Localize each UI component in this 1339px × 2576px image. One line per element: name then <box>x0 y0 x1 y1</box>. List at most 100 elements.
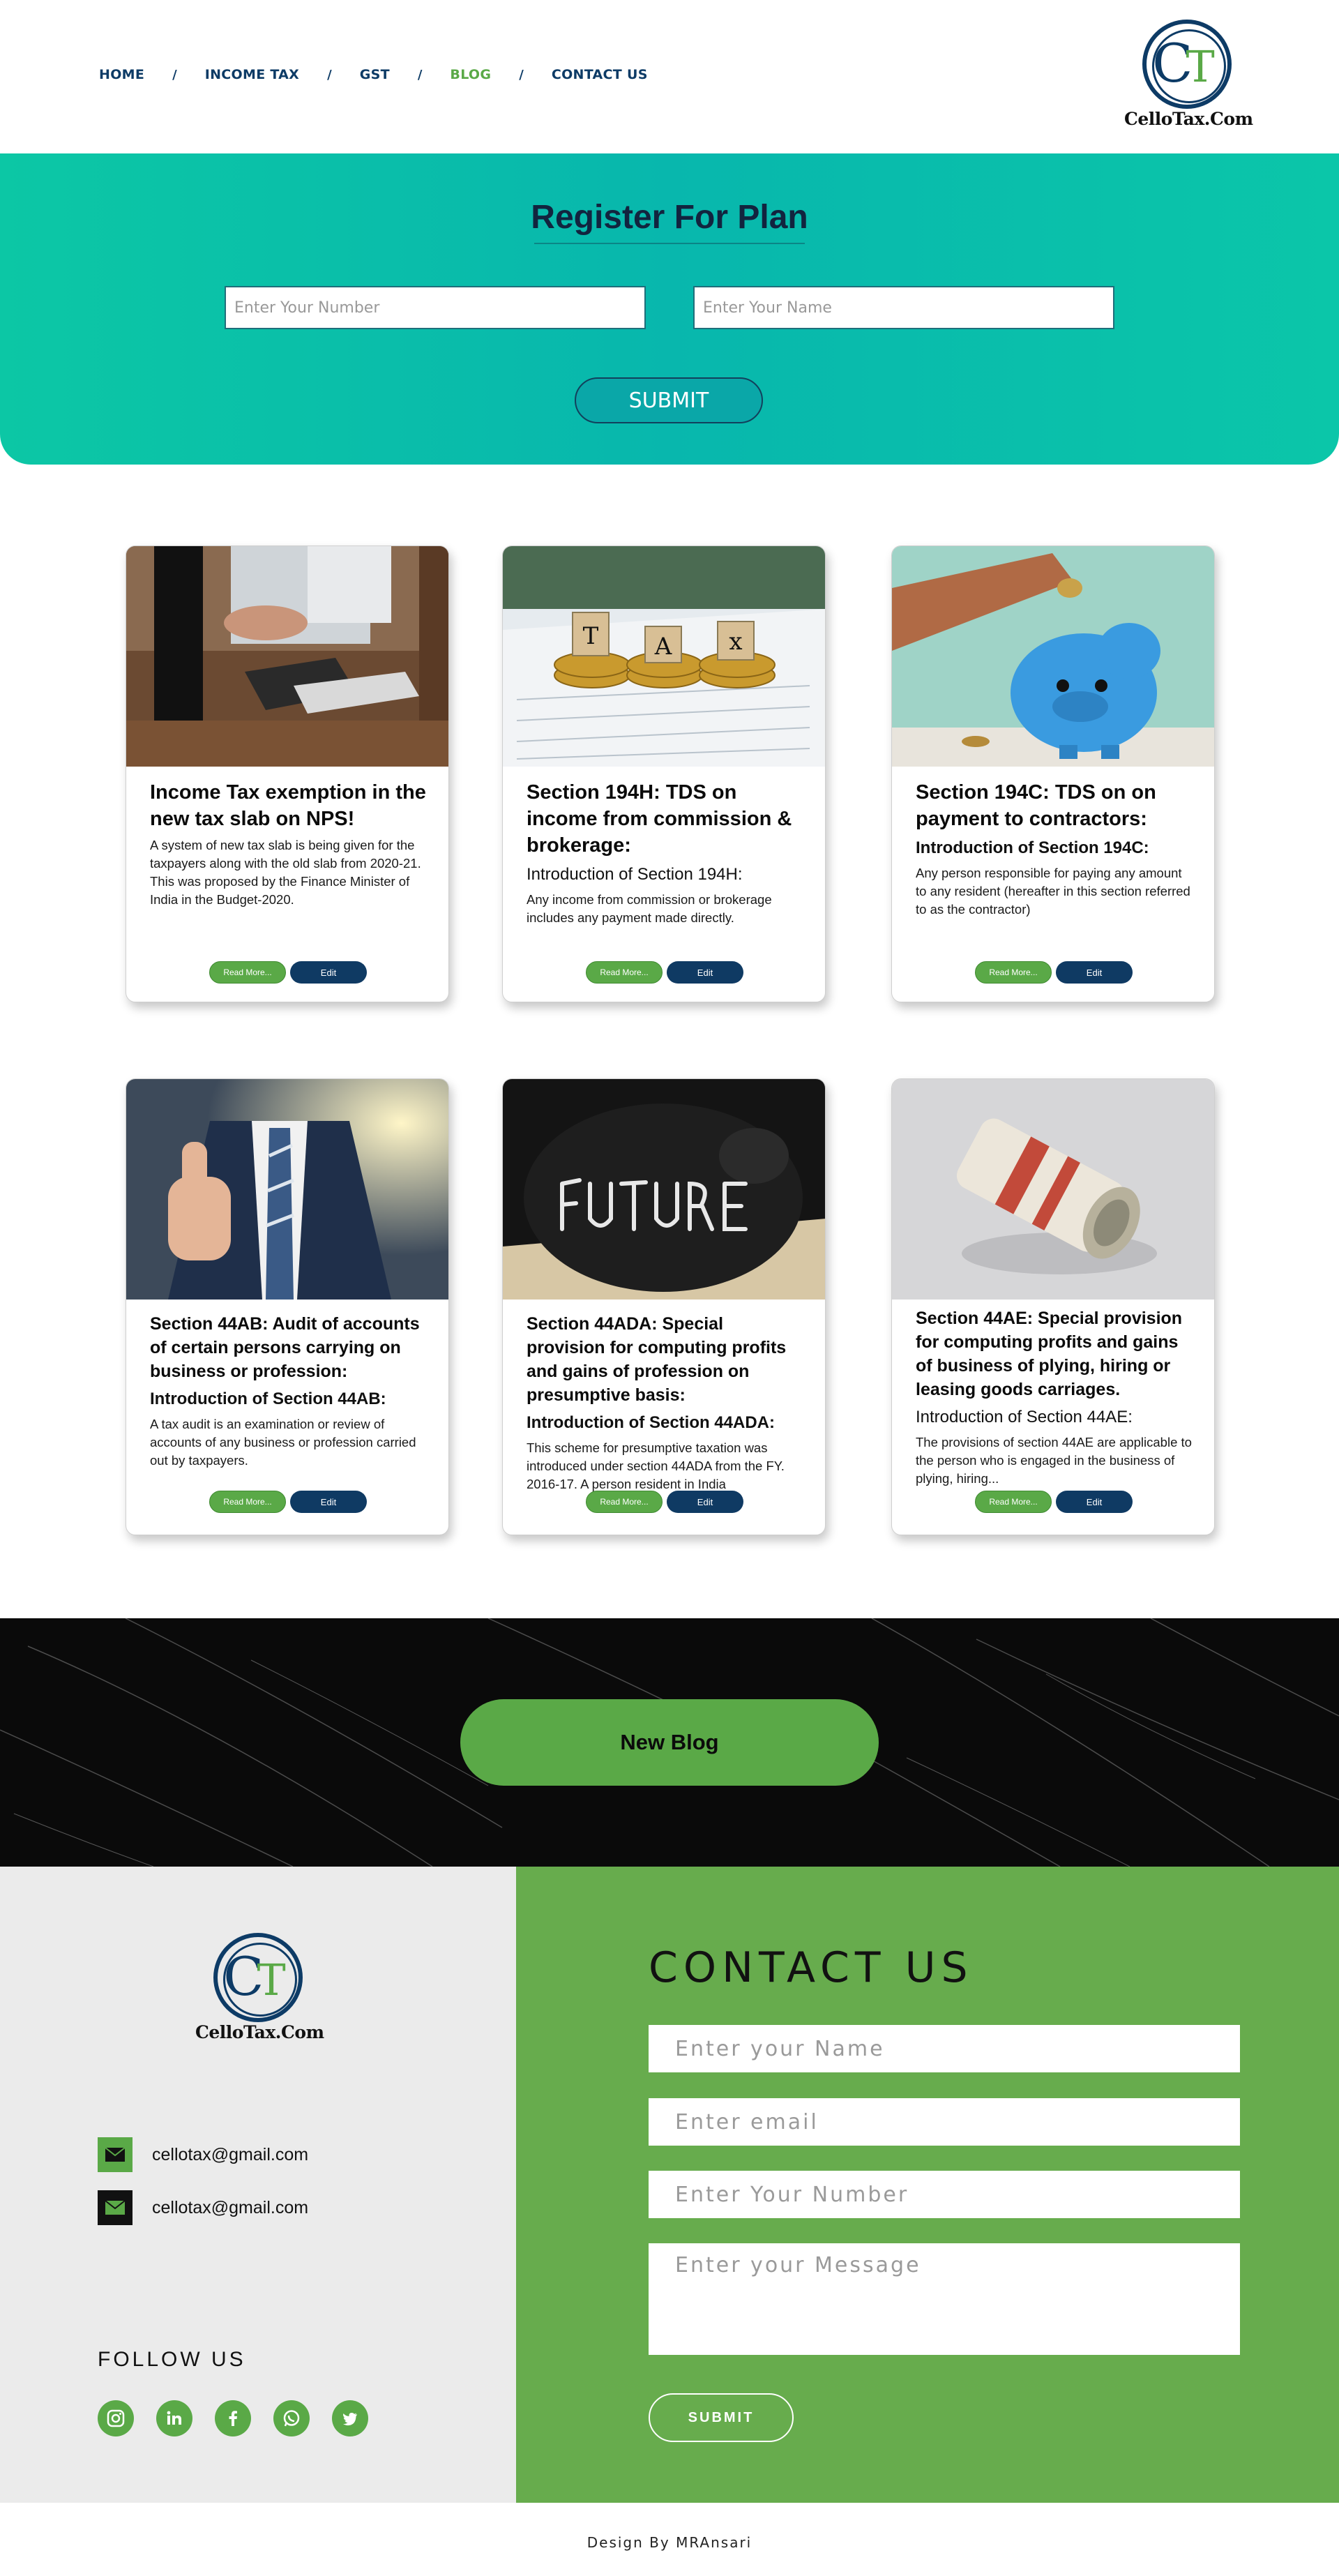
blog-card-actions: Read More... Edit <box>892 1491 1214 1513</box>
read-more-button[interactable]: Read More... <box>209 961 286 984</box>
footer-info-panel: CT CelloTax.Com cellotax@gmail.com cello… <box>0 1867 516 2503</box>
svg-text:T: T <box>583 622 599 650</box>
edit-button[interactable]: Edit <box>1056 1491 1133 1513</box>
blog-card: Section 44AB: Audit of accounts of certa… <box>126 1078 449 1535</box>
contact-submit-button[interactable]: SUBMIT <box>649 2393 794 2442</box>
blog-card-title[interactable]: Section 44ADA: Special provision for com… <box>527 1312 805 1407</box>
email-address[interactable]: cellotax@gmail.com <box>152 2198 308 2218</box>
nav-separator: / <box>417 67 423 82</box>
logo-wordmark: CelloTax.Com <box>1124 109 1253 129</box>
register-title: Register For Plan <box>531 199 808 236</box>
blog-card-excerpt: A system of new tax slab is being given … <box>150 838 421 907</box>
social-links <box>98 2400 368 2436</box>
email-address[interactable]: cellotax@gmail.com <box>152 2145 308 2165</box>
edit-button[interactable]: Edit <box>1056 961 1133 984</box>
blog-card-title[interactable]: Section 194C: TDS on on payment to contr… <box>916 779 1195 832</box>
nav-separator: / <box>519 67 524 82</box>
blog-card-body: Section 44ADA: Special provision for com… <box>527 1312 805 1493</box>
blog-card-body: Section 194H: TDS on income from commiss… <box>527 779 805 927</box>
blog-card-title[interactable]: Section 44AB: Audit of accounts of certa… <box>150 1312 429 1383</box>
email-row: cellotax@gmail.com <box>98 2137 308 2172</box>
register-name-input[interactable]: Enter Your Name <box>693 286 1114 329</box>
register-plan-section: Register For Plan Enter Your Number Ente… <box>0 153 1339 465</box>
blog-card-title[interactable]: Income Tax exemption in the new tax slab… <box>150 779 429 832</box>
blog-card-title[interactable]: Section 194H: TDS on income from commiss… <box>527 779 805 859</box>
instagram-icon[interactable] <box>98 2400 134 2436</box>
read-more-button[interactable]: Read More... <box>586 961 663 984</box>
title-underline <box>534 243 805 244</box>
email-row: cellotax@gmail.com <box>98 2190 308 2225</box>
blog-card-actions: Read More... Edit <box>126 961 448 984</box>
blog-card: Income Tax exemption in the new tax slab… <box>126 545 449 1002</box>
read-more-button[interactable]: Read More... <box>209 1491 286 1513</box>
blog-card-image[interactable] <box>892 546 1214 767</box>
blog-card-body: Section 44AB: Audit of accounts of certa… <box>150 1312 429 1470</box>
new-blog-section: New Blog <box>0 1618 1339 1867</box>
logo-wordmark: CelloTax.Com <box>195 2022 324 2042</box>
nav-separator: / <box>327 67 332 82</box>
blog-card-excerpt: Any person responsible for paying any am… <box>916 866 1190 917</box>
blog-card-actions: Read More... Edit <box>503 961 825 984</box>
mail-icon <box>98 2137 133 2172</box>
read-more-button[interactable]: Read More... <box>975 961 1052 984</box>
svg-text:A: A <box>654 633 672 661</box>
nav-income-tax[interactable]: INCOME TAX <box>205 67 299 82</box>
blog-card-image[interactable] <box>503 1079 825 1300</box>
blog-card-actions: Read More... Edit <box>892 961 1214 984</box>
blog-card-excerpt: The provisions of section 44AE are appli… <box>916 1435 1192 1486</box>
twitter-icon[interactable] <box>332 2400 368 2436</box>
nav-home[interactable]: HOME <box>99 67 144 82</box>
new-blog-button[interactable]: New Blog <box>460 1699 879 1786</box>
blog-card-excerpt: Any income from commission or brokerage … <box>527 892 772 925</box>
blog-card-actions: Read More... Edit <box>503 1491 825 1513</box>
blog-card-title[interactable]: Section 44AE: Special provision for comp… <box>916 1306 1195 1401</box>
blog-card: Section 44AE: Special provision for comp… <box>891 1078 1215 1535</box>
contact-number-input[interactable]: Enter Your Number <box>649 2171 1240 2218</box>
mail-icon <box>98 2190 133 2225</box>
edit-button[interactable]: Edit <box>667 961 743 984</box>
design-credit: Design By MRAnsari <box>0 2503 1339 2576</box>
nav-gst[interactable]: GST <box>360 67 390 82</box>
linkedin-icon[interactable] <box>156 2400 192 2436</box>
edit-button[interactable]: Edit <box>290 1491 367 1513</box>
site-header: HOME / INCOME TAX / GST / BLOG / CONTACT… <box>0 0 1339 153</box>
blog-card-image[interactable] <box>892 1079 1214 1300</box>
blog-card-image[interactable]: T Ax <box>503 546 825 767</box>
blog-card: Section 194C: TDS on on payment to contr… <box>891 545 1215 1002</box>
contact-email-input[interactable]: Enter email <box>649 2098 1240 2146</box>
site-logo[interactable]: CT CelloTax.Com <box>1124 20 1253 135</box>
blog-card-body: Section 194C: TDS on on payment to contr… <box>916 779 1195 919</box>
facebook-icon[interactable] <box>215 2400 251 2436</box>
contact-title: CONTACT US <box>649 1943 974 1992</box>
nav-contact-us[interactable]: CONTACT US <box>552 67 648 82</box>
edit-button[interactable]: Edit <box>667 1491 743 1513</box>
register-submit-button[interactable]: SUBMIT <box>575 377 763 423</box>
main-nav: HOME / INCOME TAX / GST / BLOG / CONTACT… <box>99 67 648 82</box>
follow-us-heading: FOLLOW US <box>98 2348 246 2371</box>
blog-card-image[interactable] <box>126 1079 448 1300</box>
contact-name-input[interactable]: Enter your Name <box>649 2025 1240 2072</box>
blog-card: Section 44ADA: Special provision for com… <box>502 1078 826 1535</box>
blog-card: T Ax Section 194H: TDS on income from com… <box>502 545 826 1002</box>
register-number-input[interactable]: Enter Your Number <box>225 286 646 329</box>
read-more-button[interactable]: Read More... <box>586 1491 663 1513</box>
whatsapp-icon[interactable] <box>273 2400 310 2436</box>
contact-form-panel: CONTACT US Enter your Name Enter email E… <box>516 1867 1339 2503</box>
blog-card-image[interactable] <box>126 546 448 767</box>
read-more-button[interactable]: Read More... <box>975 1491 1052 1513</box>
blog-card-intro: Introduction of Section 44AE: <box>916 1408 1133 1426</box>
footer-logo[interactable]: CT CelloTax.Com <box>195 1933 324 2048</box>
logo-mark: CT <box>223 1945 286 2008</box>
svg-text:x: x <box>729 628 742 656</box>
blog-card-intro: Introduction of Section 44AB: <box>150 1389 386 1408</box>
blog-card-excerpt: This scheme for presumptive taxation was… <box>527 1440 785 1491</box>
blog-card-intro: Introduction of Section 194C: <box>916 838 1149 857</box>
contact-message-textarea[interactable]: Enter your Message <box>649 2243 1240 2355</box>
edit-button[interactable]: Edit <box>290 961 367 984</box>
nav-blog[interactable]: BLOG <box>450 67 491 82</box>
blog-card-body: Section 44AE: Special provision for comp… <box>916 1306 1195 1488</box>
blog-card-intro: Introduction of Section 44ADA: <box>527 1413 775 1432</box>
blog-card-excerpt: A tax audit is an examination or review … <box>150 1417 416 1468</box>
nav-separator: / <box>172 67 177 82</box>
logo-mark: CT <box>1152 32 1215 94</box>
